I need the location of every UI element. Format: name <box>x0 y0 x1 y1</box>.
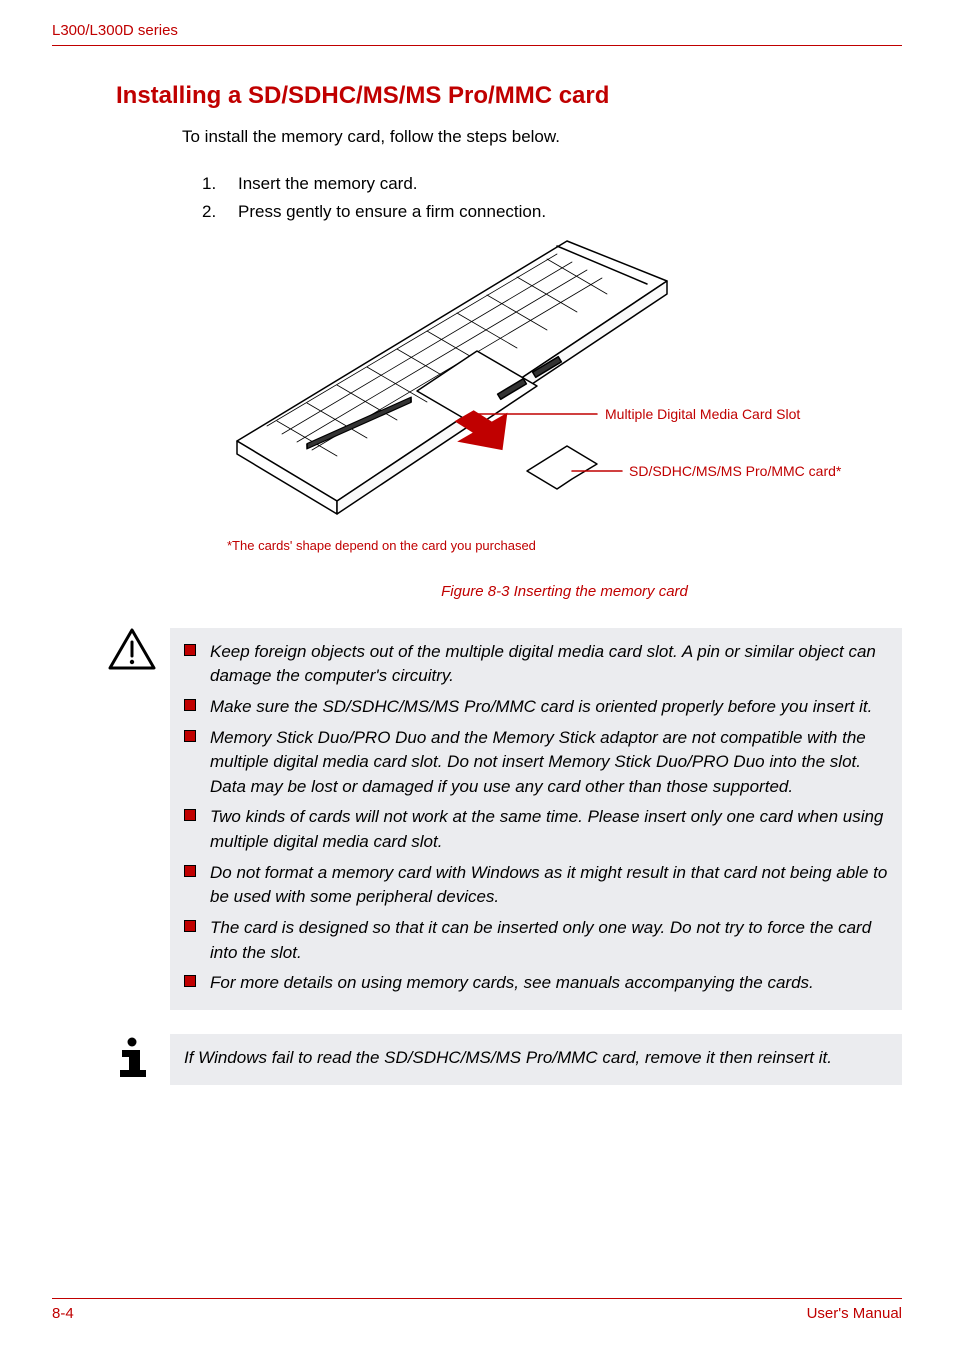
caution-item: For more details on using memory cards, … <box>184 971 888 996</box>
step-text: Insert the memory card. <box>238 170 418 198</box>
caution-icon <box>108 628 156 675</box>
info-icon <box>108 1034 156 1085</box>
annotation-card-label: SD/SDHC/MS/MS Pro/MMC card* <box>629 463 842 479</box>
bullet-icon <box>184 699 196 711</box>
caution-item: Keep foreign objects out of the multiple… <box>184 640 888 689</box>
header-rule <box>52 45 902 46</box>
bullet-icon <box>184 865 196 877</box>
bullet-icon <box>184 809 196 821</box>
caution-text: For more details on using memory cards, … <box>210 971 814 996</box>
caution-text: Do not format a memory card with Windows… <box>210 861 888 910</box>
step-text: Press gently to ensure a firm connection… <box>238 198 546 226</box>
caution-item: Make sure the SD/SDHC/MS/MS Pro/MMC card… <box>184 695 888 720</box>
bullet-icon <box>184 644 196 656</box>
bullet-icon <box>184 920 196 932</box>
intro-paragraph: To install the memory card, follow the s… <box>182 124 902 150</box>
caution-item: Do not format a memory card with Windows… <box>184 861 888 910</box>
figure: Multiple Digital Media Card Slot SD/SDHC… <box>227 236 902 600</box>
running-header: L300/L300D series <box>52 22 902 39</box>
step-item: 1.Insert the memory card. <box>202 170 902 198</box>
page-footer: 8-4 User's Manual <box>52 1298 902 1322</box>
caution-text: Make sure the SD/SDHC/MS/MS Pro/MMC card… <box>210 695 872 720</box>
annotation-slot-label: Multiple Digital Media Card Slot <box>605 406 800 422</box>
figure-caption: Figure 8-3 Inserting the memory card <box>227 583 902 600</box>
caution-item: The card is designed so that it can be i… <box>184 916 888 965</box>
figure-footnote: *The cards' shape depend on the card you… <box>227 538 902 553</box>
step-item: 2.Press gently to ensure a firm connecti… <box>202 198 902 226</box>
footer-rule <box>52 1298 902 1299</box>
caution-text: Keep foreign objects out of the multiple… <box>210 640 888 689</box>
caution-text: The card is designed so that it can be i… <box>210 916 888 965</box>
step-number: 1. <box>202 170 238 198</box>
caution-callout: Keep foreign objects out of the multiple… <box>108 628 902 1010</box>
caution-text: Two kinds of cards will not work at the … <box>210 805 888 854</box>
caution-item: Two kinds of cards will not work at the … <box>184 805 888 854</box>
steps-list: 1.Insert the memory card. 2.Press gently… <box>202 170 902 226</box>
bullet-icon <box>184 975 196 987</box>
caution-text: Memory Stick Duo/PRO Duo and the Memory … <box>210 726 888 800</box>
step-number: 2. <box>202 198 238 226</box>
info-callout: If Windows fail to read the SD/SDHC/MS/M… <box>108 1034 902 1085</box>
page-number: 8-4 <box>52 1305 74 1322</box>
info-body: If Windows fail to read the SD/SDHC/MS/M… <box>170 1034 902 1085</box>
manual-label: User's Manual <box>807 1305 902 1322</box>
laptop-illustration: Multiple Digital Media Card Slot SD/SDHC… <box>227 236 857 516</box>
caution-item: Memory Stick Duo/PRO Duo and the Memory … <box>184 726 888 800</box>
caution-body: Keep foreign objects out of the multiple… <box>170 628 902 1010</box>
info-text: If Windows fail to read the SD/SDHC/MS/M… <box>184 1046 888 1071</box>
bullet-icon <box>184 730 196 742</box>
section-heading: Installing a SD/SDHC/MS/MS Pro/MMC card <box>116 82 902 110</box>
